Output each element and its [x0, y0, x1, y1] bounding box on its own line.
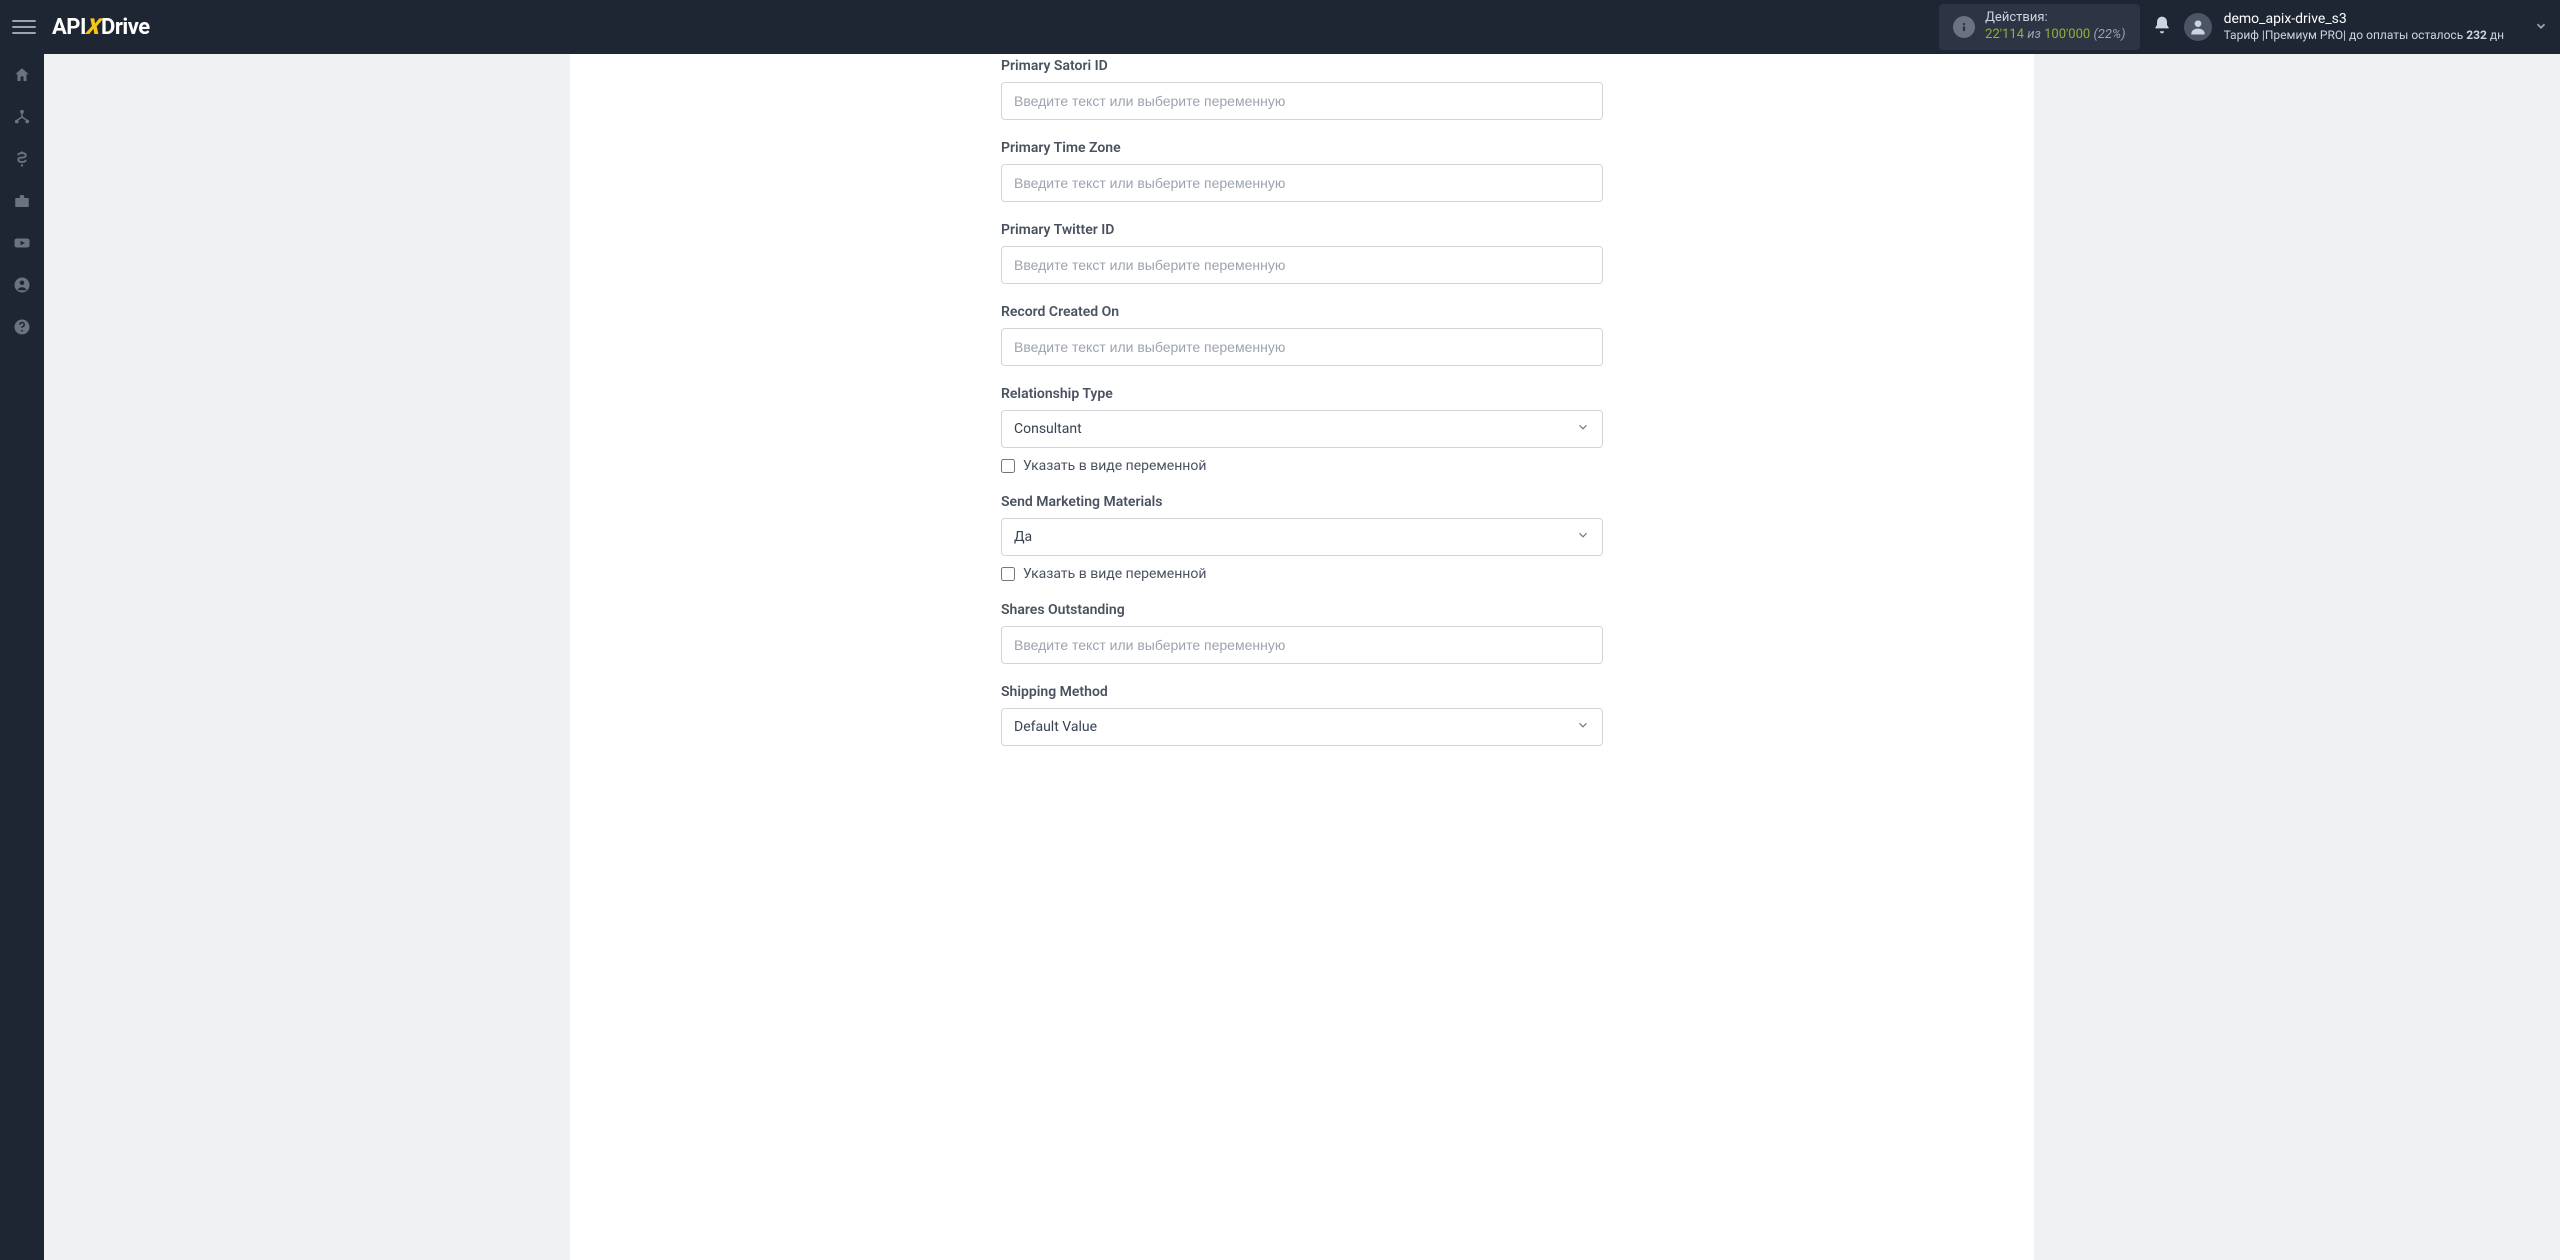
checkbox-marketing-variable[interactable]: Указать в виде переменной [1001, 566, 1603, 582]
payment-days-suffix: дн [2487, 28, 2504, 42]
chevron-down-icon [1576, 718, 1590, 736]
label-shipping-method: Shipping Method [1001, 684, 1603, 700]
actions-used: 22'114 [1985, 27, 2024, 42]
label-send-marketing: Send Marketing Materials [1001, 494, 1603, 510]
select-shipping-method[interactable]: Default Value [1001, 708, 1603, 746]
info-icon [1953, 16, 1975, 38]
sidebar-account[interactable] [0, 264, 44, 306]
menu-toggle[interactable] [12, 15, 36, 39]
label-relationship-type: Relationship Type [1001, 386, 1603, 402]
field-twitter-id: Primary Twitter ID [1001, 222, 1603, 284]
field-send-marketing: Send Marketing Materials Да Указать в ви… [1001, 494, 1603, 582]
select-shipping-method-value: Default Value [1014, 719, 1097, 735]
field-shares-outstanding: Shares Outstanding [1001, 602, 1603, 664]
tariff-prefix: Тариф | [2224, 28, 2265, 42]
actions-total: 100'000 [2044, 27, 2090, 42]
field-time-zone: Primary Time Zone [1001, 140, 1603, 202]
logo-suffix: Drive [101, 15, 150, 40]
payment-prefix: | до оплаты осталось [2343, 28, 2466, 42]
sidebar-video[interactable] [0, 222, 44, 264]
app-logo[interactable]: APIXDrive [52, 15, 150, 40]
checkbox-relationship-variable[interactable]: Указать в виде переменной [1001, 458, 1603, 474]
label-time-zone: Primary Time Zone [1001, 140, 1603, 156]
user-name: demo_apix-drive_s3 [2224, 11, 2504, 28]
select-relationship-type-value: Consultant [1014, 421, 1082, 437]
actions-percent: (22%) [2093, 27, 2125, 42]
form-card: Primary Satori ID Primary Time Zone Prim… [570, 54, 2034, 1260]
sidebar-help[interactable] [0, 306, 44, 348]
select-send-marketing-value: Да [1014, 529, 1032, 545]
actions-of: из [2027, 27, 2041, 42]
field-record-created: Record Created On [1001, 304, 1603, 366]
chevron-down-icon [1576, 528, 1590, 546]
input-record-created[interactable] [1001, 328, 1603, 366]
label-shares-outstanding: Shares Outstanding [1001, 602, 1603, 618]
sidebar-billing[interactable] [0, 138, 44, 180]
user-avatar[interactable] [2184, 13, 2212, 41]
notifications-button[interactable] [2152, 15, 2172, 39]
field-shipping-method: Shipping Method Default Value [1001, 684, 1603, 746]
logo-prefix: API [52, 15, 86, 40]
input-shares-outstanding[interactable] [1001, 626, 1603, 664]
label-twitter-id: Primary Twitter ID [1001, 222, 1603, 238]
input-time-zone[interactable] [1001, 164, 1603, 202]
select-relationship-type[interactable]: Consultant [1001, 410, 1603, 448]
field-relationship-type: Relationship Type Consultant Указать в в… [1001, 386, 1603, 474]
input-satori-id[interactable] [1001, 82, 1603, 120]
checkbox-relationship-variable-label: Указать в виде переменной [1023, 458, 1206, 474]
main-content: Primary Satori ID Primary Time Zone Prim… [44, 54, 2560, 1260]
user-info[interactable]: demo_apix-drive_s3 Тариф |Премиум PRO| д… [2224, 11, 2504, 42]
checkbox-marketing-variable-input[interactable] [1001, 567, 1015, 581]
payment-days: 232 [2466, 28, 2487, 42]
label-record-created: Record Created On [1001, 304, 1603, 320]
sidebar-briefcase[interactable] [0, 180, 44, 222]
sidebar [0, 54, 44, 1260]
expand-icon[interactable] [2534, 18, 2548, 37]
checkbox-relationship-variable-input[interactable] [1001, 459, 1015, 473]
sidebar-connections[interactable] [0, 96, 44, 138]
actions-counter[interactable]: Действия: 22'114 из 100'000 (22%) [1939, 4, 2139, 50]
checkbox-marketing-variable-label: Указать в виде переменной [1023, 566, 1206, 582]
chevron-down-icon [1576, 420, 1590, 438]
label-satori-id: Primary Satori ID [1001, 58, 1603, 74]
app-header: APIXDrive Действия: 22'114 из 100'000 (2… [0, 0, 2560, 54]
logo-x: X [85, 15, 103, 40]
input-twitter-id[interactable] [1001, 246, 1603, 284]
field-satori-id: Primary Satori ID [1001, 58, 1603, 120]
select-send-marketing[interactable]: Да [1001, 518, 1603, 556]
sidebar-home[interactable] [0, 54, 44, 96]
actions-label: Действия: [1985, 10, 2125, 27]
tariff-name: Премиум PRO [2265, 28, 2343, 42]
